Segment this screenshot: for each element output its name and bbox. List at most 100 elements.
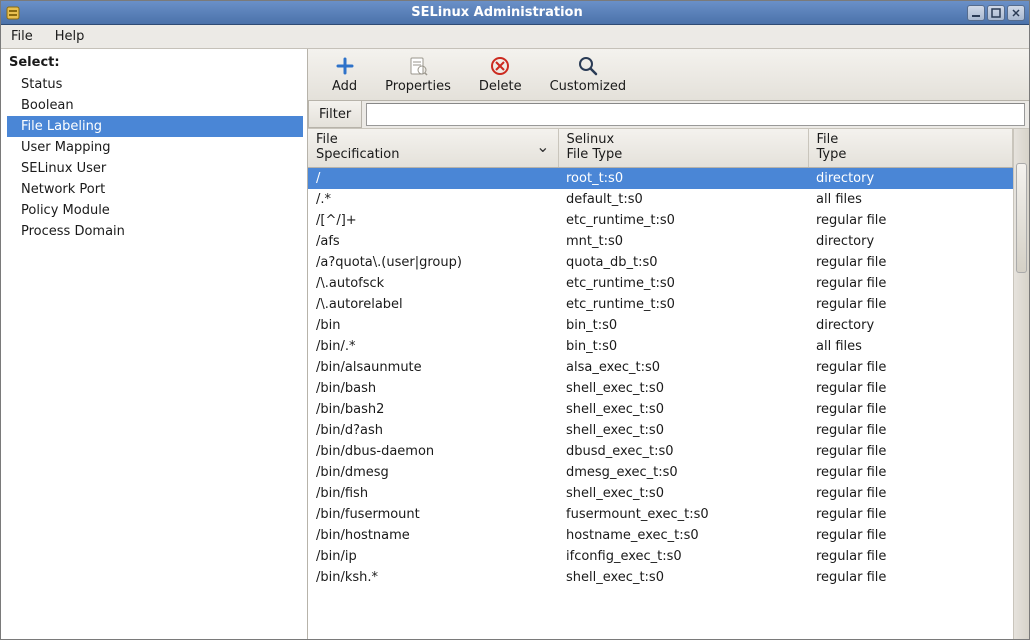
column-header-file-type[interactable]: File Type: [808, 129, 1013, 167]
column-header-selinux-type[interactable]: Selinux File Type: [558, 129, 808, 167]
scrollbar-thumb[interactable]: [1016, 163, 1027, 273]
table-row[interactable]: /bin/ipifconfig_exec_t:s0regular file: [308, 546, 1013, 567]
plus-icon: [334, 55, 356, 77]
cell-file-spec: /[^/]+: [308, 210, 558, 231]
delete-button[interactable]: Delete: [465, 51, 536, 98]
properties-icon: [407, 55, 429, 77]
sidebar-item[interactable]: User Mapping: [7, 137, 303, 158]
sidebar-item[interactable]: SELinux User: [7, 158, 303, 179]
table-row[interactable]: /bin/ksh.*shell_exec_t:s0regular file: [308, 567, 1013, 588]
cell-file-spec: /bin: [308, 315, 558, 336]
filter-row: Filter: [308, 101, 1029, 129]
cell-file-spec: /bin/alsaunmute: [308, 357, 558, 378]
titlebar[interactable]: SELinux Administration: [1, 1, 1029, 25]
cell-file-type: regular file: [808, 504, 1013, 525]
cell-file-spec: /bin/ksh.*: [308, 567, 558, 588]
vertical-scrollbar[interactable]: [1013, 129, 1029, 639]
customized-label: Customized: [550, 79, 627, 94]
cell-file-type: directory: [808, 167, 1013, 189]
cell-selinux-type: shell_exec_t:s0: [558, 483, 808, 504]
cell-selinux-type: bin_t:s0: [558, 315, 808, 336]
sidebar-item[interactable]: Process Domain: [7, 221, 303, 242]
cell-file-type: directory: [808, 315, 1013, 336]
cell-file-spec: /bin/d?ash: [308, 420, 558, 441]
table-row[interactable]: /bin/bashshell_exec_t:s0regular file: [308, 378, 1013, 399]
table-row[interactable]: /binbin_t:s0directory: [308, 315, 1013, 336]
cell-selinux-type: root_t:s0: [558, 167, 808, 189]
table-row[interactable]: /bin/alsaunmutealsa_exec_t:s0regular fil…: [308, 357, 1013, 378]
table-scroll: File Specification Selinux File Type Fil…: [308, 129, 1013, 639]
table-row[interactable]: /bin/dmesgdmesg_exec_t:s0regular file: [308, 462, 1013, 483]
cell-file-spec: /: [308, 167, 558, 189]
cell-selinux-type: alsa_exec_t:s0: [558, 357, 808, 378]
table-row[interactable]: /bin/bash2shell_exec_t:s0regular file: [308, 399, 1013, 420]
cell-selinux-type: default_t:s0: [558, 189, 808, 210]
app-icon: [5, 5, 21, 21]
cell-file-spec: /.*: [308, 189, 558, 210]
sidebar-item[interactable]: Policy Module: [7, 200, 303, 221]
cell-selinux-type: mnt_t:s0: [558, 231, 808, 252]
content-area: Select: StatusBooleanFile LabelingUser M…: [1, 49, 1029, 639]
delete-label: Delete: [479, 79, 522, 94]
sidebar: Select: StatusBooleanFile LabelingUser M…: [1, 49, 308, 639]
sidebar-item[interactable]: Status: [7, 74, 303, 95]
cell-file-spec: /bin/ip: [308, 546, 558, 567]
table-row[interactable]: /.*default_t:s0all files: [308, 189, 1013, 210]
magnifier-icon: [577, 55, 599, 77]
menu-help[interactable]: Help: [51, 27, 89, 46]
cell-file-type: regular file: [808, 420, 1013, 441]
sidebar-item[interactable]: Boolean: [7, 95, 303, 116]
cell-file-type: regular file: [808, 441, 1013, 462]
cell-file-type: regular file: [808, 546, 1013, 567]
table-row[interactable]: /bin/fishshell_exec_t:s0regular file: [308, 483, 1013, 504]
cell-file-type: all files: [808, 189, 1013, 210]
cell-file-type: regular file: [808, 483, 1013, 504]
filter-input[interactable]: [366, 103, 1025, 126]
table-row[interactable]: /\.autofscketc_runtime_t:s0regular file: [308, 273, 1013, 294]
table-row[interactable]: /bin/.*bin_t:s0all files: [308, 336, 1013, 357]
cell-file-spec: /afs: [308, 231, 558, 252]
table-row[interactable]: /bin/hostnamehostname_exec_t:s0regular f…: [308, 525, 1013, 546]
maximize-button[interactable]: [987, 5, 1005, 21]
cell-selinux-type: etc_runtime_t:s0: [558, 273, 808, 294]
customized-button[interactable]: Customized: [536, 51, 641, 98]
table-row[interactable]: /bin/dbus-daemondbusd_exec_t:s0regular f…: [308, 441, 1013, 462]
add-label: Add: [332, 79, 357, 94]
cell-file-spec: /bin/bash: [308, 378, 558, 399]
table-row[interactable]: /afsmnt_t:s0directory: [308, 231, 1013, 252]
cell-file-type: regular file: [808, 273, 1013, 294]
table-row[interactable]: /a?quota\.(user|group)quota_db_t:s0regul…: [308, 252, 1013, 273]
sidebar-item[interactable]: Network Port: [7, 179, 303, 200]
minimize-button[interactable]: [967, 5, 985, 21]
cell-file-spec: /bin/.*: [308, 336, 558, 357]
add-button[interactable]: Add: [318, 51, 371, 98]
sidebar-item[interactable]: File Labeling: [7, 116, 303, 137]
cell-selinux-type: ifconfig_exec_t:s0: [558, 546, 808, 567]
table-area: File Specification Selinux File Type Fil…: [308, 129, 1029, 639]
close-button[interactable]: [1007, 5, 1025, 21]
cell-file-spec: /bin/dmesg: [308, 462, 558, 483]
app-window: SELinux Administration File Help Select:…: [0, 0, 1030, 640]
filter-label: Filter: [308, 101, 362, 128]
table-row[interactable]: /bin/fusermountfusermount_exec_t:s0regul…: [308, 504, 1013, 525]
cell-file-type: regular file: [808, 294, 1013, 315]
cell-selinux-type: hostname_exec_t:s0: [558, 525, 808, 546]
table-row[interactable]: /root_t:s0directory: [308, 167, 1013, 189]
cell-file-spec: /bin/bash2: [308, 399, 558, 420]
menubar: File Help: [1, 25, 1029, 49]
properties-button[interactable]: Properties: [371, 51, 465, 98]
cell-selinux-type: fusermount_exec_t:s0: [558, 504, 808, 525]
column-header-file-spec[interactable]: File Specification: [308, 129, 558, 167]
cell-file-spec: /\.autorelabel: [308, 294, 558, 315]
properties-label: Properties: [385, 79, 451, 94]
table-row[interactable]: /\.autorelabeletc_runtime_t:s0regular fi…: [308, 294, 1013, 315]
cell-file-type: directory: [808, 231, 1013, 252]
sidebar-list: StatusBooleanFile LabelingUser MappingSE…: [7, 74, 303, 242]
cell-selinux-type: shell_exec_t:s0: [558, 378, 808, 399]
table-row[interactable]: /bin/d?ashshell_exec_t:s0regular file: [308, 420, 1013, 441]
cell-selinux-type: quota_db_t:s0: [558, 252, 808, 273]
main-panel: Add Properties Delete: [308, 49, 1029, 639]
cell-selinux-type: etc_runtime_t:s0: [558, 294, 808, 315]
table-row[interactable]: /[^/]+etc_runtime_t:s0regular file: [308, 210, 1013, 231]
menu-file[interactable]: File: [7, 27, 37, 46]
